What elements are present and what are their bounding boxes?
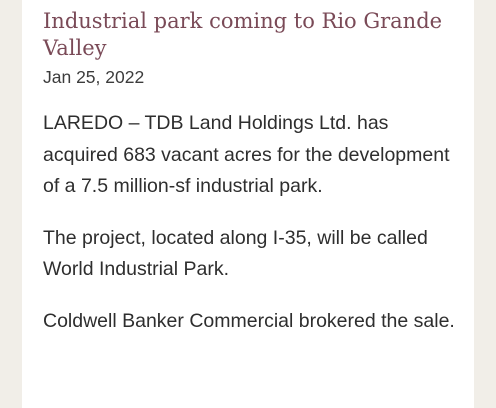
article-title[interactable]: Industrial park coming to Rio Grande Val… [43,8,463,62]
article-date: Jan 25, 2022 [43,67,145,87]
article-card: Industrial park coming to Rio Grande Val… [22,0,474,408]
article-paragraph: Coldwell Banker Commercial brokered the … [43,309,455,332]
article-paragraph: The project, located along I-35, will be… [43,226,428,281]
article-paragraph: LAREDO – TDB Land Holdings Ltd. has acqu… [43,112,450,197]
